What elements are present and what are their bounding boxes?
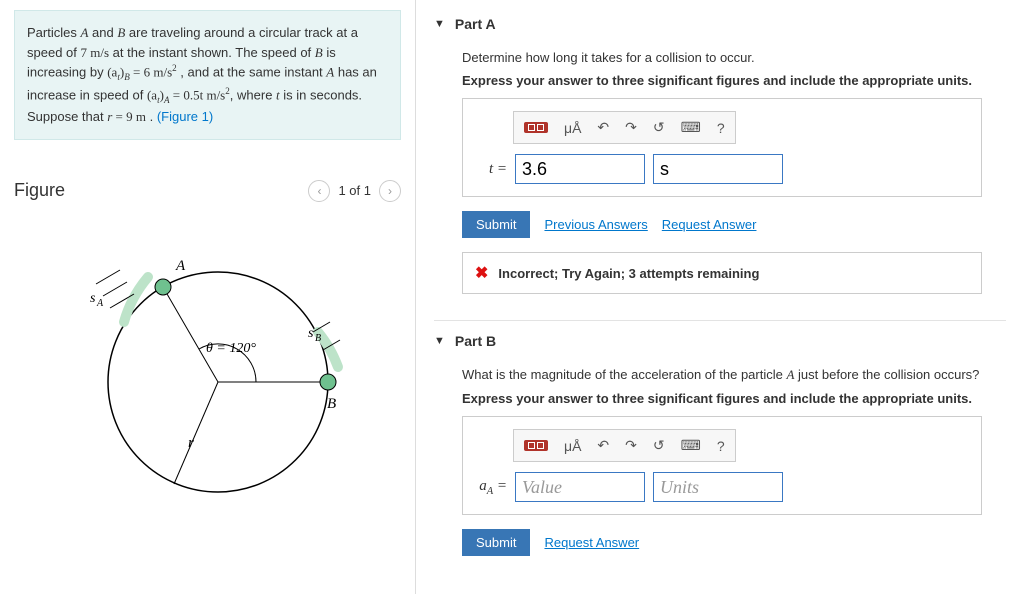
- part-a-title: Part A: [455, 16, 496, 32]
- part-a-feedback: ✖ Incorrect; Try Again; 3 attempts remai…: [462, 252, 982, 294]
- label-sA: s: [90, 291, 96, 306]
- previous-answers-link[interactable]: Previous Answers: [544, 217, 647, 232]
- part-a-unit-input[interactable]: [653, 154, 783, 184]
- template-tool[interactable]: [518, 119, 554, 136]
- part-a-prompt: Determine how long it takes for a collis…: [462, 50, 1006, 65]
- figure-pager: ‹ 1 of 1 ›: [308, 180, 401, 202]
- figure-title: Figure: [14, 180, 65, 201]
- part-b-instruction: Express your answer to three significant…: [462, 391, 1006, 406]
- part-b-unit-input[interactable]: Units: [653, 472, 783, 502]
- keyboard-icon[interactable]: ⌨: [675, 434, 707, 457]
- part-b-var: aA =: [475, 478, 507, 497]
- undo-icon[interactable]: ↶: [591, 116, 615, 139]
- incorrect-icon: ✖: [475, 263, 488, 283]
- undo-icon[interactable]: ↶: [591, 434, 615, 457]
- figure-link[interactable]: (Figure 1): [157, 109, 213, 124]
- label-theta: θ = 120°: [206, 341, 256, 356]
- part-a-instruction: Express your answer to three significant…: [462, 73, 1006, 88]
- problem-statement: Particles A and B are traveling around a…: [14, 10, 401, 140]
- label-r: r: [188, 435, 194, 451]
- greek-tool[interactable]: μÅ: [558, 435, 587, 457]
- answer-toolbar-b: μÅ ↶ ↷ ↺ ⌨ ?: [513, 429, 736, 462]
- part-a-value-input[interactable]: [515, 154, 645, 184]
- help-icon[interactable]: ?: [711, 435, 731, 457]
- divider: [434, 320, 1006, 321]
- svg-text:B: B: [315, 333, 321, 344]
- pager-prev[interactable]: ‹: [308, 180, 330, 202]
- keyboard-icon[interactable]: ⌨: [675, 116, 707, 139]
- label-A: A: [175, 258, 186, 274]
- redo-icon[interactable]: ↷: [619, 434, 643, 457]
- svg-text:A: A: [96, 298, 104, 309]
- part-b-prompt: What is the magnitude of the acceleratio…: [462, 367, 1006, 383]
- feedback-text: Incorrect; Try Again; 3 attempts remaini…: [498, 266, 759, 281]
- part-a-var: t =: [475, 161, 507, 178]
- caret-down-icon: ▼: [434, 335, 445, 347]
- request-answer-link-b[interactable]: Request Answer: [544, 535, 639, 550]
- part-a-header[interactable]: ▼ Part A: [434, 10, 1006, 38]
- figure-diagram: A B s A s B θ = 120° r: [14, 214, 401, 522]
- part-a-submit-button[interactable]: Submit: [462, 211, 530, 238]
- caret-down-icon: ▼: [434, 18, 445, 30]
- part-b-title: Part B: [455, 333, 496, 349]
- label-sB: s: [308, 326, 314, 341]
- label-B: B: [327, 396, 336, 412]
- help-icon[interactable]: ?: [711, 117, 731, 139]
- request-answer-link[interactable]: Request Answer: [662, 217, 757, 232]
- answer-toolbar: μÅ ↶ ↷ ↺ ⌨ ?: [513, 111, 736, 144]
- reset-icon[interactable]: ↺: [647, 434, 671, 457]
- part-b-value-input[interactable]: Value: [515, 472, 645, 502]
- greek-tool[interactable]: μÅ: [558, 117, 587, 139]
- part-b-answer-box: μÅ ↶ ↷ ↺ ⌨ ? aA = Value Units: [462, 416, 982, 515]
- pager-next[interactable]: ›: [379, 180, 401, 202]
- part-a-answer-box: μÅ ↶ ↷ ↺ ⌨ ? t =: [462, 98, 982, 197]
- redo-icon[interactable]: ↷: [619, 116, 643, 139]
- part-b-submit-button[interactable]: Submit: [462, 529, 530, 556]
- reset-icon[interactable]: ↺: [647, 116, 671, 139]
- template-tool[interactable]: [518, 437, 554, 454]
- part-b-header[interactable]: ▼ Part B: [434, 327, 1006, 355]
- pager-text: 1 of 1: [338, 183, 371, 198]
